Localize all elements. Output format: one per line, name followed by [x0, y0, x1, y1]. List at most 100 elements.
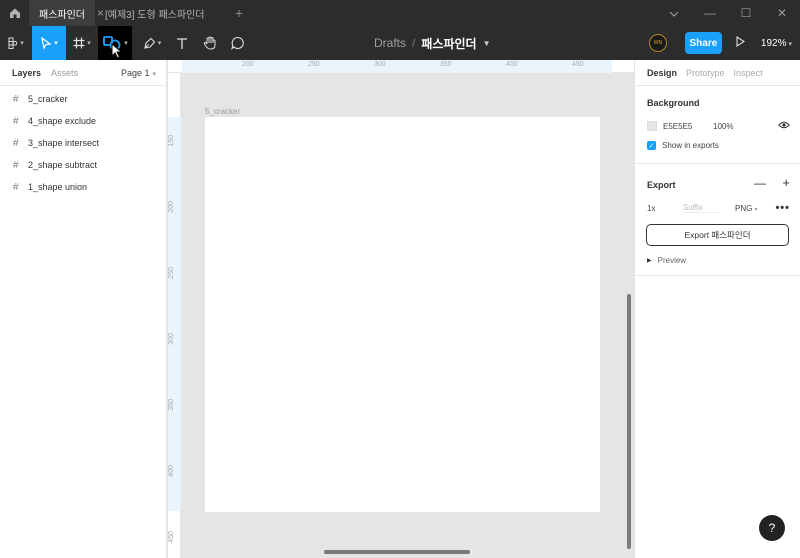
minus-icon[interactable]: — [754, 176, 766, 190]
layer-item[interactable]: #2_shape subtract [0, 154, 166, 176]
layer-item[interactable]: #5_cracker [0, 88, 166, 110]
frame-hash-icon [73, 37, 85, 49]
background-title: Background [647, 98, 700, 108]
vertical-scrollbar[interactable] [627, 294, 631, 549]
ruler-tick-label: 300 [374, 61, 386, 68]
hand-tool-button[interactable] [196, 26, 224, 60]
ruler-tick-label: 350 [440, 61, 452, 68]
frame-hash-icon: # [13, 181, 19, 193]
main-menu-button[interactable]: ▾ [0, 26, 32, 60]
vertical-ruler: 150 200 250 300 350 400 450 [168, 73, 181, 558]
ruler-tick-label: 200 [168, 201, 175, 213]
breadcrumb-separator: / [412, 36, 416, 50]
tab-assets[interactable]: Assets [51, 68, 78, 78]
ruler-selection-highlight [168, 117, 181, 511]
frame-hash-icon: # [13, 115, 19, 127]
breadcrumb-file-name[interactable]: 패스파인더 [421, 35, 476, 52]
frame-5-cracker[interactable] [205, 117, 600, 512]
add-tab-button[interactable]: + [225, 0, 253, 26]
toolbar-right: WN Share 192% ▾ [648, 26, 800, 60]
eye-icon[interactable] [778, 121, 790, 132]
frame-hash-icon: # [13, 159, 19, 171]
tab-example3[interactable]: [예제3] 도형 패스파인더 [95, 0, 225, 26]
background-fill-row: E5E5E5 100% [647, 119, 790, 133]
tab-layers[interactable]: Layers [12, 68, 41, 78]
triangle-right-icon: ▶ [647, 258, 652, 264]
frame-hash-icon: # [13, 137, 19, 149]
avatar[interactable]: WN [648, 34, 667, 52]
tab-inspect[interactable]: Inspect [734, 68, 763, 78]
chevron-down-icon: ▾ [157, 40, 162, 47]
canvas[interactable]: 5_cracker [182, 74, 634, 558]
chevron-down-icon: ▾ [152, 70, 156, 78]
layers-panel: Layers Assets Page 1 ▾ #5_cracker #4_shap… [0, 60, 167, 558]
restore-button[interactable]: ☐ [728, 6, 764, 20]
breadcrumb: Drafts / 패스파인더 ▼ [374, 26, 490, 60]
play-icon [736, 35, 745, 48]
layer-label: 3_shape intersect [28, 138, 100, 148]
pen-tool-button[interactable]: ▾ [136, 26, 168, 60]
ruler-tick-label: 250 [168, 267, 175, 279]
breadcrumb-drafts[interactable]: Drafts [374, 36, 406, 50]
share-button[interactable]: Share [684, 32, 722, 54]
chevron-down-icon: ▾ [124, 40, 128, 47]
preview-toggle[interactable]: ▶ Preview [647, 256, 686, 265]
export-title: Export [647, 180, 676, 190]
tab-pathfinder[interactable]: 패스파인더 × [29, 0, 104, 26]
help-button[interactable]: ? [759, 515, 785, 541]
chevron-down-icon: ▾ [788, 40, 792, 48]
dropdown-icon[interactable] [656, 6, 692, 20]
home-button[interactable] [0, 0, 29, 26]
layer-item[interactable]: #1_shape union [0, 176, 166, 198]
tab-design[interactable]: Design [647, 68, 677, 78]
layer-label: 5_cracker [28, 94, 68, 104]
frame-tool-button[interactable]: ▾ [66, 26, 98, 60]
comment-bubble-icon [231, 36, 244, 50]
export-section: Export — + 1x Suffix PNG ▾ ••• Export 패스파… [635, 164, 800, 276]
tab-prototype[interactable]: Prototype [686, 68, 725, 78]
right-panel-tabs: Design Prototype Inspect [635, 60, 800, 86]
chevron-down-icon: ▾ [20, 40, 24, 47]
layer-item[interactable]: #3_shape intersect [0, 132, 166, 154]
ruler-tick-label: 150 [168, 135, 175, 147]
chevron-down-icon: ▾ [87, 40, 91, 47]
layer-label: 4_shape exclude [28, 116, 97, 126]
background-opacity-input[interactable]: 100% [713, 122, 733, 131]
tab-label: [예제3] 도형 패스파인더 [105, 9, 205, 21]
show-in-exports-label: Show in exports [662, 141, 719, 150]
export-scale-select[interactable]: 1x [647, 204, 683, 213]
close-window-button[interactable]: ✕ [764, 6, 800, 20]
present-button[interactable] [736, 35, 745, 50]
plus-icon[interactable]: + [782, 175, 790, 190]
export-settings-row: 1x Suffix PNG ▾ ••• [647, 201, 790, 215]
export-button[interactable]: Export 패스파인더 [646, 224, 789, 246]
show-in-exports-checkbox[interactable]: ✓ [647, 141, 656, 150]
horizontal-scrollbar[interactable] [324, 550, 470, 554]
chevron-down-icon: ▾ [54, 40, 58, 47]
text-t-icon [177, 37, 187, 49]
export-format-select[interactable]: PNG ▾ [735, 204, 765, 213]
text-tool-button[interactable] [168, 26, 196, 60]
page-selector[interactable]: Page 1 ▾ [121, 68, 156, 78]
horizontal-ruler: 200 250 300 350 400 450 [168, 60, 634, 73]
export-format-label: PNG [735, 203, 753, 213]
ruler-tick-label: 200 [242, 61, 254, 68]
ruler-tick-label: 450 [168, 531, 175, 543]
more-options-icon[interactable]: ••• [775, 202, 790, 214]
minimize-button[interactable]: — [692, 6, 728, 20]
frame-hash-icon: # [13, 93, 19, 105]
ruler-tick-label: 450 [572, 61, 584, 68]
ruler-tick-label: 350 [168, 399, 175, 411]
background-hex-input[interactable]: E5E5E5 [663, 122, 713, 131]
frame-label[interactable]: 5_cracker [205, 107, 240, 116]
comment-tool-button[interactable] [224, 26, 252, 60]
export-suffix-input[interactable]: Suffix [683, 203, 719, 213]
show-in-exports-row[interactable]: ✓ Show in exports [647, 141, 719, 150]
preview-label: Preview [657, 256, 687, 265]
chevron-down-icon[interactable]: ▼ [483, 39, 491, 48]
hand-icon [203, 36, 216, 50]
zoom-dropdown[interactable]: 192% ▾ [761, 38, 792, 49]
layer-item[interactable]: #4_shape exclude [0, 110, 166, 132]
color-swatch[interactable] [647, 121, 657, 131]
move-tool-button[interactable]: ▾ [32, 26, 66, 60]
